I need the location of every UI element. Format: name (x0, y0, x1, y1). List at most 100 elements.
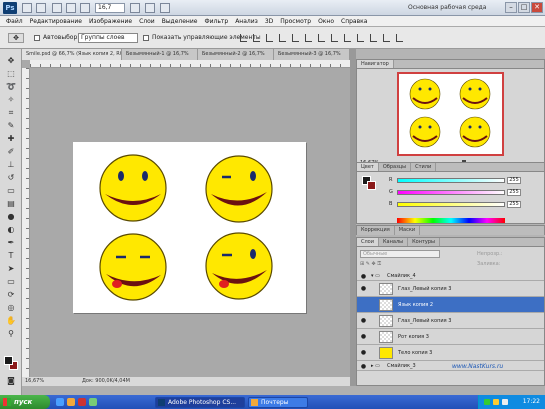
doc-tab[interactable]: Безымянный-2 @ 16,7% (198, 49, 274, 60)
menu-analysis[interactable]: Анализ (235, 16, 258, 26)
clone-stamp-tool-icon[interactable]: ⊥ (4, 159, 18, 170)
menu-file[interactable]: Файл (6, 16, 23, 26)
auto-align-icon[interactable] (396, 34, 403, 42)
ie-icon[interactable] (56, 398, 64, 406)
autoselect-target-select[interactable]: Группы слоев (78, 33, 138, 43)
view-extras-icon[interactable] (52, 3, 62, 13)
horizontal-ruler[interactable] (30, 60, 350, 68)
bridge-icon[interactable] (22, 3, 32, 13)
doc-tab[interactable]: Безымянный-1 @ 16,7% (122, 49, 198, 60)
rotate-view-icon[interactable] (130, 3, 140, 13)
channel-g-slider[interactable] (397, 190, 505, 195)
distribute-hcenter-icon[interactable] (370, 34, 377, 42)
crop-tool-icon[interactable]: ⌗ (4, 107, 18, 118)
align-left-icon[interactable] (279, 34, 286, 42)
tray-icon[interactable] (493, 399, 499, 405)
vertical-ruler[interactable] (22, 68, 30, 377)
menu-view[interactable]: Просмотр (280, 16, 311, 26)
arrange-documents-icon[interactable] (145, 3, 155, 13)
align-vcenter-icon[interactable] (253, 34, 260, 42)
tab-styles[interactable]: Стили (411, 163, 437, 171)
eye-icon[interactable]: ● (360, 333, 367, 340)
blur-tool-icon[interactable]: ● (4, 211, 18, 222)
zoom-icon[interactable] (80, 3, 90, 13)
menu-filter[interactable]: Фильтр (204, 16, 228, 26)
minimize-button[interactable]: – (505, 2, 517, 13)
menu-image[interactable]: Изображение (89, 16, 132, 26)
show-desktop-icon[interactable] (89, 398, 97, 406)
3d-camera-tool-icon[interactable]: ◎ (4, 302, 18, 313)
distribute-right-icon[interactable] (383, 34, 390, 42)
pen-tool-icon[interactable]: ✒ (4, 237, 18, 248)
eyedropper-tool-icon[interactable]: ✎ (4, 120, 18, 131)
distribute-top-icon[interactable] (318, 34, 325, 42)
lasso-tool-icon[interactable]: ➰ (4, 81, 18, 92)
tab-color[interactable]: Цвет (357, 163, 379, 171)
distribute-bottom-icon[interactable] (344, 34, 351, 42)
doc-tab[interactable]: Безымянный-3 @ 16,7% (274, 49, 350, 60)
color-spectrum-ramp[interactable] (397, 218, 505, 223)
taskbar-photoshop-button[interactable]: Adobe Photoshop CS... (155, 397, 245, 408)
channel-g-value[interactable]: 255 (507, 189, 521, 196)
layer-row[interactable]: ● Глаз_Левый копия 3 (357, 313, 544, 329)
distribute-left-icon[interactable] (357, 34, 364, 42)
status-doc-info[interactable]: Док: 900,0K/4,04M (82, 377, 130, 386)
screen-mode-icon[interactable] (160, 3, 170, 13)
type-tool-icon[interactable]: T (4, 250, 18, 261)
volume-icon[interactable] (502, 399, 508, 405)
path-selection-tool-icon[interactable]: ➤ (4, 263, 18, 274)
brush-tool-icon[interactable]: ✐ (4, 146, 18, 157)
layer-group-row[interactable]: ● ▾ ▭ Смайлик_4 (357, 271, 544, 281)
quick-mask-icon[interactable]: ◙ (4, 375, 18, 386)
align-top-icon[interactable] (240, 34, 247, 42)
magic-wand-tool-icon[interactable]: ✧ (4, 94, 18, 105)
tab-swatches[interactable]: Образцы (379, 163, 412, 171)
zoom-level-select[interactable]: 16,7 (95, 3, 125, 13)
doc-tab-active[interactable]: Smile.psd @ 66,7% (Язык копия 2, RGB/8) (22, 49, 122, 60)
close-button[interactable]: ✕ (531, 2, 543, 13)
navigator-thumbnail[interactable] (397, 72, 504, 156)
blend-mode-select[interactable]: Обычные (360, 250, 440, 258)
tab-paths[interactable]: Контуры (408, 238, 440, 246)
menu-edit[interactable]: Редактирование (30, 16, 82, 26)
dodge-tool-icon[interactable]: ◐ (4, 224, 18, 235)
align-bottom-icon[interactable] (266, 34, 273, 42)
channel-b-slider[interactable] (397, 202, 505, 207)
layer-row-selected[interactable]: Язык копия 2 (357, 297, 544, 313)
eye-icon[interactable]: ● (360, 273, 367, 280)
move-tool-icon[interactable]: ✥ (4, 55, 18, 66)
autoselect-checkbox[interactable] (34, 35, 40, 41)
tab-masks[interactable]: Маски (395, 226, 421, 235)
healing-brush-tool-icon[interactable]: ✚ (4, 133, 18, 144)
eye-icon[interactable]: ● (360, 349, 367, 356)
tab-layers[interactable]: Слои (357, 238, 379, 246)
menu-layers[interactable]: Слои (139, 16, 155, 26)
maximize-button[interactable]: □ (518, 2, 530, 13)
channel-r-value[interactable]: 255 (507, 177, 521, 184)
hand-icon[interactable] (66, 3, 76, 13)
menu-select[interactable]: Выделение (162, 16, 198, 26)
tab-navigator[interactable]: Навигатор (357, 60, 394, 68)
layer-row[interactable]: ● Тело копия 3 (357, 345, 544, 361)
clock[interactable]: 17:22 (523, 395, 540, 409)
show-transform-controls-checkbox[interactable] (143, 35, 149, 41)
channel-r-slider[interactable] (397, 178, 505, 183)
menu-help[interactable]: Справка (341, 16, 367, 26)
menu-3d[interactable]: 3D (265, 16, 273, 26)
mini-bridge-icon[interactable] (36, 3, 46, 13)
layer-group-row[interactable]: ● ▸ ▭ Смайлик_3 (357, 361, 544, 371)
hand-tool-icon[interactable]: ✋ (4, 315, 18, 326)
channel-b-value[interactable]: 255 (507, 201, 521, 208)
3d-rotate-tool-icon[interactable]: ⟳ (4, 289, 18, 300)
history-brush-tool-icon[interactable]: ↺ (4, 172, 18, 183)
lock-icons[interactable]: ⊞ ✎ ✥ ⚿ (360, 261, 381, 267)
eye-icon[interactable]: ● (360, 317, 367, 324)
eraser-tool-icon[interactable]: ▭ (4, 185, 18, 196)
layer-row[interactable]: ● Рот копия 3 (357, 329, 544, 345)
gradient-tool-icon[interactable]: ▤ (4, 198, 18, 209)
eye-icon[interactable]: ● (360, 285, 367, 292)
layer-row[interactable]: ● Глаз_Левый копия 3 (357, 281, 544, 297)
eye-icon[interactable]: ● (360, 363, 367, 370)
marquee-tool-icon[interactable]: ⬚ (4, 68, 18, 79)
start-button[interactable]: пуск (0, 395, 50, 409)
